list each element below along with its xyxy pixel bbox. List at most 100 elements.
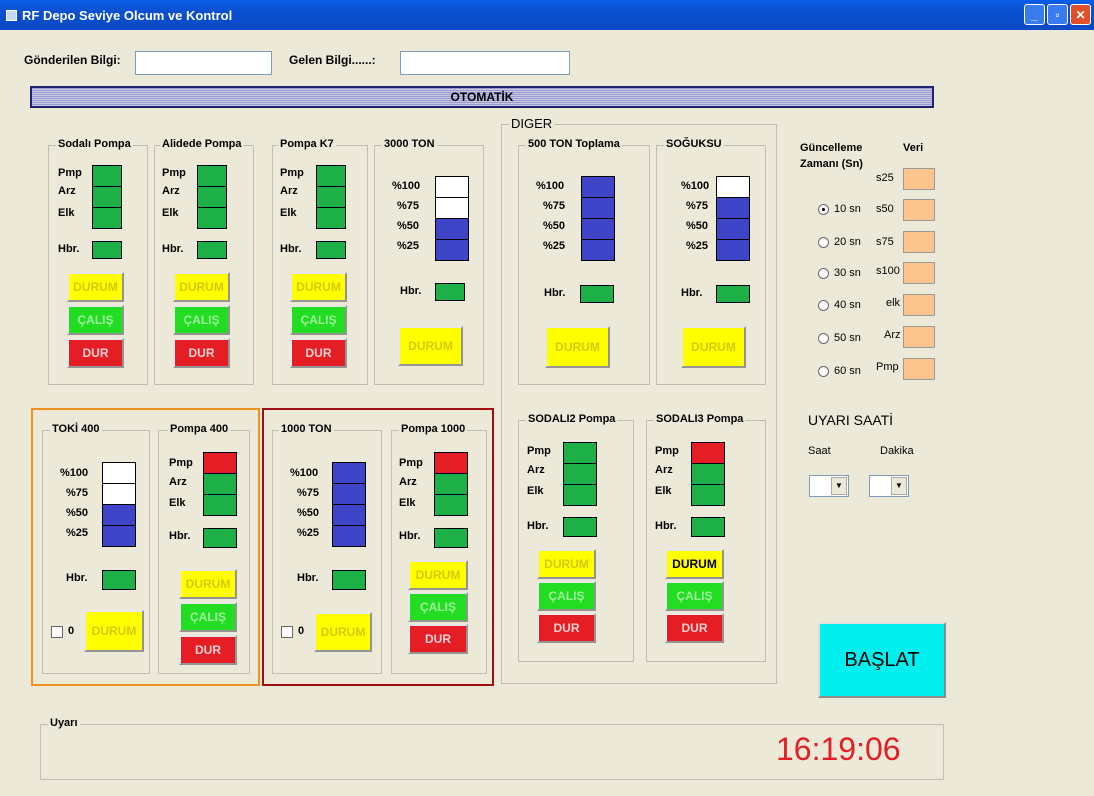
field-label: s100 (876, 265, 900, 277)
interval-label: 30 sn (834, 267, 861, 279)
toki-checkbox[interactable] (51, 626, 63, 638)
calis-button[interactable]: ÇALIŞ (408, 592, 468, 622)
durum-button[interactable]: DURUM (173, 272, 230, 302)
level-25-label: %25 (297, 527, 320, 539)
level-75-indicator (435, 197, 469, 219)
level-100-indicator (332, 462, 366, 484)
hbr-indicator (691, 517, 725, 537)
dur-button[interactable]: DUR (537, 613, 596, 643)
durum-button[interactable]: DURUM (179, 569, 237, 599)
pmp-field[interactable] (903, 358, 935, 380)
durum-button[interactable]: DURUM (314, 612, 372, 652)
level-25-indicator (435, 239, 469, 261)
chevron-down-icon[interactable]: ▼ (831, 477, 847, 495)
arz-label: Arz (58, 185, 76, 197)
level-100-indicator (435, 176, 469, 198)
received-info-label: Gelen Bilgi......: (289, 53, 376, 67)
panel-title: Pompa K7 (278, 138, 336, 150)
durum-button[interactable]: DURUM (681, 326, 746, 368)
hbr-label: Hbr. (280, 243, 302, 255)
interval-radio-30[interactable] (818, 268, 829, 279)
level-50-indicator (102, 504, 136, 526)
interval-radio-60[interactable] (818, 366, 829, 377)
level-50-label: %50 (66, 507, 89, 519)
pmp-indicator (434, 452, 468, 474)
minute-select[interactable]: ▼ (869, 475, 909, 497)
level-100-indicator (581, 176, 615, 198)
pmp-indicator (203, 452, 237, 474)
interval-radio-20[interactable] (818, 237, 829, 248)
durum-button[interactable]: DURUM (408, 560, 468, 590)
hbr-label: Hbr. (399, 530, 421, 542)
pmp-indicator (316, 165, 346, 187)
hbr-indicator (332, 570, 366, 590)
field-label: s25 (876, 172, 894, 184)
level-75-label: %75 (397, 200, 420, 212)
level-25-label: %25 (397, 240, 420, 252)
dur-button[interactable]: DUR (67, 338, 124, 368)
hour-label: Saat (808, 445, 831, 457)
interval-radio-10[interactable] (818, 204, 829, 215)
arz-field[interactable] (903, 326, 935, 348)
received-info-field[interactable] (400, 51, 570, 75)
chevron-down-icon[interactable]: ▼ (891, 477, 907, 495)
durum-button[interactable]: DURUM (67, 272, 124, 302)
hbr-label: Hbr. (681, 287, 703, 299)
dur-button[interactable]: DUR (408, 624, 468, 654)
interval-label: 20 sn (834, 236, 861, 248)
panel-title: Alidede Pompa (160, 138, 244, 150)
durum-button[interactable]: DURUM (398, 326, 463, 366)
pmp-indicator (563, 442, 597, 464)
hbr-indicator (102, 570, 136, 590)
start-button[interactable]: BAŞLAT (818, 622, 946, 698)
field-label: elk (886, 297, 901, 309)
calis-button[interactable]: ÇALIŞ (179, 602, 237, 632)
panel-title: SODALI2 Pompa (526, 413, 618, 425)
dur-button[interactable]: DUR (179, 635, 237, 665)
calis-button[interactable]: ÇALIŞ (173, 305, 230, 335)
level-50-indicator (435, 218, 469, 240)
level-100-label: %100 (60, 467, 89, 479)
elk-indicator (203, 494, 237, 516)
field-label: s50 (876, 203, 894, 215)
elk-indicator (563, 484, 597, 506)
panel-title: Sodalı Pompa (56, 138, 133, 150)
arz-indicator (434, 473, 468, 495)
durum-button[interactable]: DURUM (665, 549, 724, 579)
durum-button[interactable]: DURUM (537, 549, 596, 579)
interval-label: 10 sn (834, 203, 861, 215)
maximize-button[interactable]: ▫ (1047, 4, 1068, 25)
s100-field[interactable] (903, 262, 935, 284)
mode-banner: OTOMATİK (30, 86, 934, 108)
interval-radio-40[interactable] (818, 300, 829, 311)
close-button[interactable]: ✕ (1070, 4, 1091, 25)
calis-button[interactable]: ÇALIŞ (537, 581, 596, 611)
calis-button[interactable]: ÇALIŞ (665, 581, 724, 611)
s50-field[interactable] (903, 199, 935, 221)
group-title: DIGER (509, 116, 555, 131)
panel-title: SODALI3 Pompa (654, 413, 746, 425)
calis-button[interactable]: ÇALIŞ (290, 305, 347, 335)
ton1000-checkbox[interactable] (281, 626, 293, 638)
hour-select[interactable]: ▼ (809, 475, 849, 497)
elk-field[interactable] (903, 294, 935, 316)
s75-field[interactable] (903, 231, 935, 253)
app-icon (6, 10, 17, 21)
durum-button[interactable]: DURUM (84, 610, 144, 652)
arz-indicator (563, 463, 597, 485)
dur-button[interactable]: DUR (665, 613, 724, 643)
level-100-label: %100 (290, 467, 319, 479)
s25-field[interactable] (903, 168, 935, 190)
dur-button[interactable]: DUR (173, 338, 230, 368)
elk-label: Elk (399, 497, 416, 509)
durum-button[interactable]: DURUM (290, 272, 347, 302)
durum-button[interactable]: DURUM (545, 326, 610, 368)
minimize-button[interactable]: _ (1024, 4, 1045, 25)
interval-radio-50[interactable] (818, 333, 829, 344)
sent-info-field[interactable] (135, 51, 272, 75)
pmp-label: Pmp (280, 167, 304, 179)
level-50-label: %50 (686, 220, 709, 232)
dur-button[interactable]: DUR (290, 338, 347, 368)
calis-button[interactable]: ÇALIŞ (67, 305, 124, 335)
arz-label: Arz (655, 464, 673, 476)
